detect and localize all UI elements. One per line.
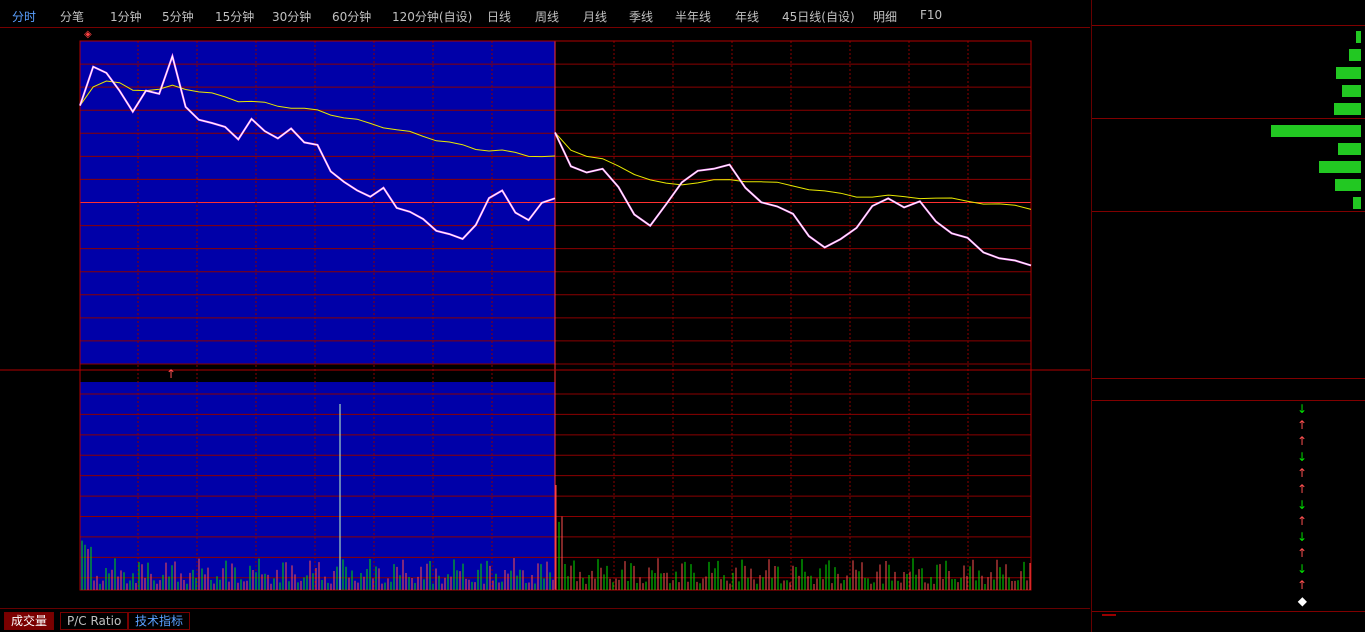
divider bbox=[1092, 400, 1365, 401]
ask-depth-bar bbox=[1334, 103, 1361, 115]
up-arrow-icon: ↑ bbox=[1296, 546, 1307, 560]
divider bbox=[1092, 378, 1365, 379]
tab-5[interactable]: 30分钟 bbox=[272, 8, 311, 25]
down-arrow-icon: ↓ bbox=[1296, 498, 1307, 512]
bid-depth-bar bbox=[1271, 125, 1361, 137]
tab-8[interactable]: 日线 bbox=[487, 8, 511, 25]
ask-depth-bar bbox=[1349, 49, 1361, 61]
intraday-chart: ◈↑ bbox=[0, 29, 1090, 591]
tab-4[interactable]: 15分钟 bbox=[215, 8, 254, 25]
ask-depth-bar bbox=[1335, 67, 1361, 79]
up-arrow-icon: ↑ bbox=[1296, 514, 1307, 528]
tab-7[interactable]: 120分钟(自设) bbox=[392, 8, 472, 25]
bid-depth-bar bbox=[1352, 197, 1361, 209]
indicator-tab-2[interactable]: 技术指标 bbox=[128, 612, 191, 630]
tab-9[interactable]: 周线 bbox=[535, 8, 559, 25]
tab-13[interactable]: 年线 bbox=[735, 8, 759, 25]
bid-depth-bar bbox=[1318, 161, 1361, 173]
indicator-tab-1[interactable]: P/C Ratio bbox=[60, 612, 129, 630]
tab-3[interactable]: 5分钟 bbox=[162, 8, 194, 25]
diamond-icon: ◆ bbox=[1297, 594, 1307, 608]
divider bbox=[1092, 25, 1365, 26]
down-arrow-icon: ↓ bbox=[1296, 562, 1307, 576]
diamond-icon: ◈ bbox=[84, 29, 92, 40]
tab-6[interactable]: 60分钟 bbox=[332, 8, 371, 25]
avg-price-line bbox=[554, 132, 1032, 210]
period-toolbar: 分时 分笔 1分钟 5分钟 15分钟 30分钟 60分钟 120分钟(自设) 日线 周线 月线 季线 半… bbox=[0, 0, 1090, 28]
price-line-shadow bbox=[554, 132, 1032, 267]
tab-12[interactable]: 半年线 bbox=[675, 8, 711, 25]
up-arrow-icon: ↑ bbox=[1296, 434, 1307, 448]
down-arrow-icon: ↓ bbox=[1296, 402, 1307, 416]
up-arrow-icon: ↑ bbox=[1296, 578, 1307, 592]
ask-depth-bar bbox=[1342, 85, 1361, 97]
tab-10[interactable]: 月线 bbox=[583, 8, 607, 25]
indicator-tab-0[interactable]: 成交量 bbox=[4, 612, 55, 630]
up-arrow-icon: ↑ bbox=[1296, 418, 1307, 432]
detail-tab[interactable] bbox=[1102, 614, 1116, 616]
divider bbox=[1092, 611, 1365, 612]
tab-14[interactable]: 45日线(自设) bbox=[782, 8, 855, 25]
tab-1[interactable]: 分笔 bbox=[60, 8, 84, 25]
quote-panel: ↓ ↑ ↑ ↓ ↑ ↑ ↓ ↑ ↓ ↑ ↓ ↑ ◆ bbox=[1091, 0, 1365, 632]
tab-0[interactable]: 分时 bbox=[12, 8, 36, 25]
divider bbox=[1092, 211, 1365, 212]
ask-depth-bar bbox=[1355, 31, 1361, 43]
down-arrow-icon: ↓ bbox=[1296, 530, 1307, 544]
up-arrow-icon: ↑ bbox=[1296, 466, 1307, 480]
up-arrow-icon: ↑ bbox=[166, 367, 176, 381]
tab-2[interactable]: 1分钟 bbox=[110, 8, 142, 25]
bid-depth-bar bbox=[1334, 179, 1361, 191]
tab-11[interactable]: 季线 bbox=[629, 8, 653, 25]
up-arrow-icon: ↑ bbox=[1296, 482, 1307, 496]
indicator-tabs: 成交量 P/C Ratio 技术指标 bbox=[0, 608, 1090, 632]
divider bbox=[1092, 118, 1365, 119]
day1-volume-bg bbox=[80, 382, 555, 590]
bid-depth-bar bbox=[1337, 143, 1361, 155]
down-arrow-icon: ↓ bbox=[1296, 450, 1307, 464]
tab-15[interactable]: 明细 bbox=[873, 8, 897, 25]
tab-16[interactable]: F10 bbox=[920, 8, 942, 22]
